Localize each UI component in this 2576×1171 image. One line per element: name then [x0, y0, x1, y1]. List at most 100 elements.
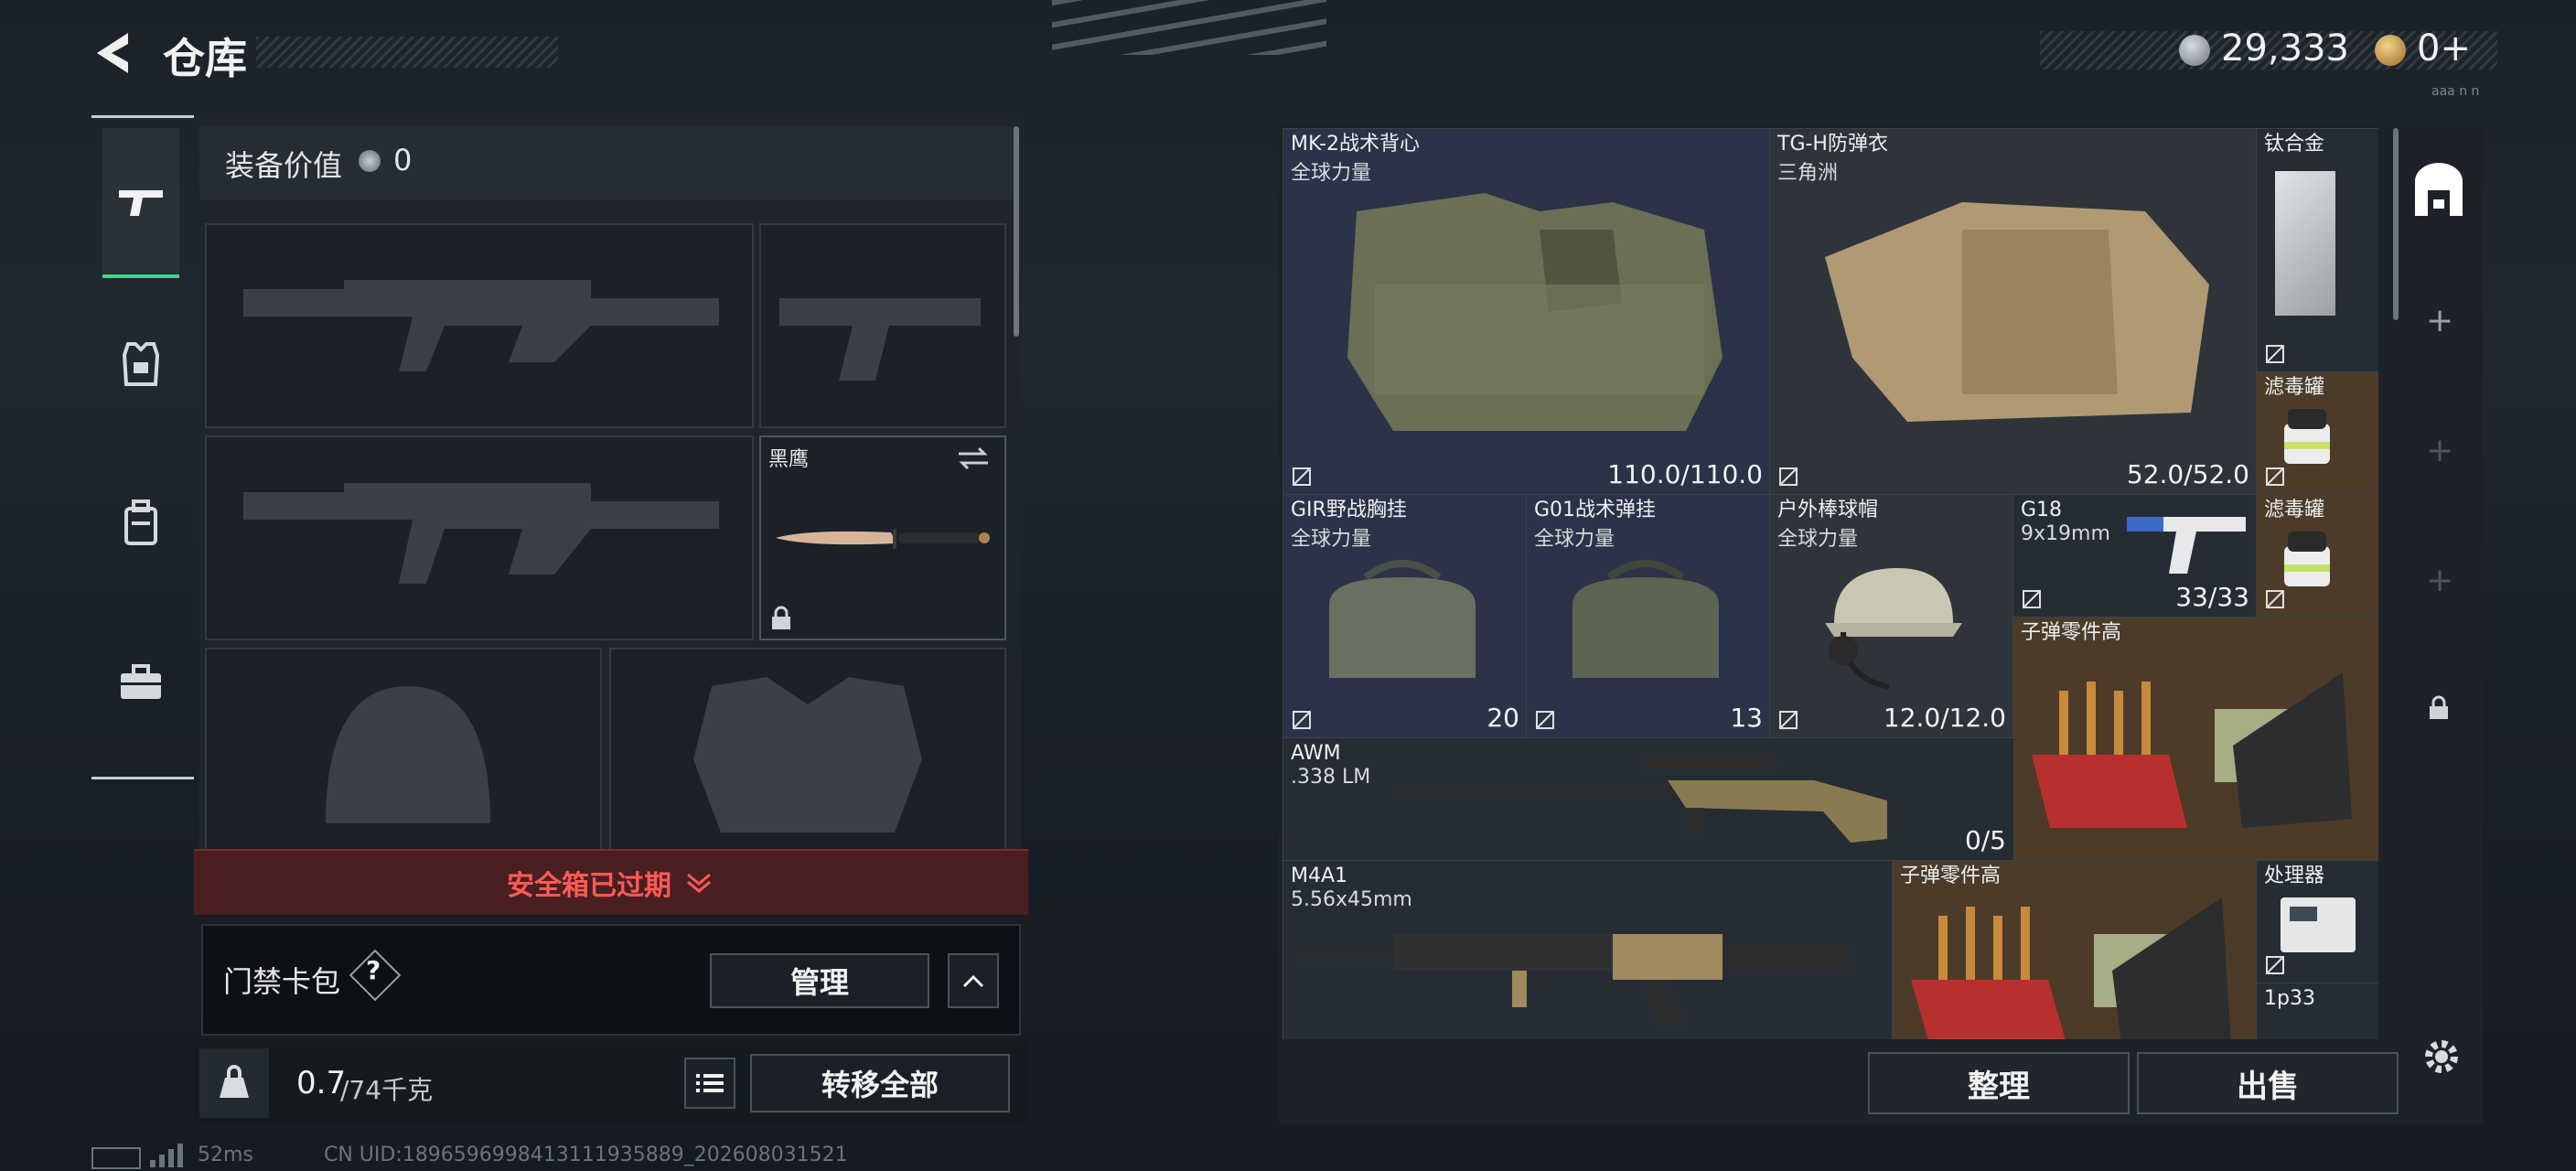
item-caliber: 9x19mm	[2021, 522, 2110, 545]
manage-button[interactable]: 管理	[710, 953, 929, 1008]
no-bind-icon	[1536, 711, 1554, 729]
currency-secondary-value[interactable]: 0+	[2417, 27, 2471, 70]
item-mk2-vest[interactable]: MK-2战术背心 全球力量 110.0/110.0	[1283, 128, 1771, 496]
storage-grid: MK-2战术背心 全球力量 110.0/110.0 TG-H防弹衣 三角洲 52…	[1283, 128, 2378, 1039]
item-name: 处理器	[2264, 865, 2325, 887]
item-name: G18	[2021, 499, 2063, 521]
chevron-double-down-icon	[687, 873, 711, 893]
item-gir-chest-rig[interactable]: GIR野战胸挂 全球力量 20	[1283, 494, 1528, 739]
item-ammo-parts[interactable]: 子弹零件高	[1892, 860, 2258, 1039]
secondary-weapon-slot[interactable]	[205, 435, 754, 640]
duffel-bag-icon	[1329, 560, 1476, 678]
melee-name: 黑鹰	[768, 448, 810, 471]
storage-scrollbar[interactable]	[2393, 128, 2399, 320]
chevron-up-icon	[962, 974, 984, 988]
add-storage-icon[interactable]: +	[2426, 432, 2453, 469]
no-bind-icon	[2266, 467, 2284, 486]
ammo-box-icon	[1911, 897, 2231, 1039]
item-origin: 全球力量	[1534, 528, 1615, 551]
titanium-plate-icon	[2275, 171, 2335, 316]
pistol-slot[interactable]	[759, 223, 1006, 428]
item-titanium[interactable]: 钛合金	[2256, 128, 2378, 373]
no-bind-icon	[2023, 590, 2041, 608]
gold-coin-icon	[2375, 35, 2406, 66]
item-name: 滤毒罐	[2264, 376, 2325, 399]
helmet-slot[interactable]	[205, 648, 602, 853]
item-origin: 全球力量	[1777, 528, 1859, 551]
add-storage-icon[interactable]: +	[2426, 302, 2453, 339]
backpack-icon	[124, 500, 157, 545]
filter-canister-icon	[2284, 409, 2330, 464]
item-g18-pistol[interactable]: G18 9x19mm 33/33	[2012, 494, 2258, 618]
item-ammo-parts[interactable]: 子弹零件高	[2012, 617, 2378, 862]
rifle-silhouette-icon	[243, 280, 719, 371]
list-icon	[696, 1074, 724, 1092]
collapse-button[interactable]	[948, 953, 999, 1008]
item-1p33-scope[interactable]: 1p33	[2256, 983, 2378, 1039]
weight-current: 0.7	[296, 1065, 347, 1101]
cap-headset-icon	[1825, 568, 1962, 690]
pistol-silhouette-icon	[779, 298, 981, 381]
knife-icon	[776, 529, 990, 549]
currency-main-value: 29,333	[2221, 27, 2349, 70]
item-filter-canister[interactable]: 滤毒罐	[2256, 494, 2378, 618]
item-baseball-cap[interactable]: 户外棒球帽 全球力量 12.0/12.0	[1769, 494, 2014, 739]
item-awm-rifle[interactable]: AWM .338 LM 0/5	[1283, 737, 2014, 862]
card-pack-label: 门禁卡包	[223, 964, 341, 999]
rifle-silhouette-icon	[243, 483, 719, 584]
background-glare	[1052, 0, 1326, 55]
toolbox-icon	[121, 664, 161, 699]
add-storage-icon[interactable]: +	[2426, 562, 2453, 599]
tab-armor[interactable]	[102, 326, 179, 403]
item-name: G01战术弹挂	[1534, 499, 1657, 521]
item-filter-canister[interactable]: 滤毒罐	[2256, 371, 2378, 496]
tab-toolbox[interactable]	[102, 644, 179, 721]
item-name: 子弹零件高	[2021, 621, 2122, 644]
armor-slot[interactable]	[609, 648, 1006, 853]
sell-button[interactable]: 出售	[2137, 1052, 2399, 1114]
item-durability: 110.0/110.0	[1607, 459, 1763, 489]
item-durability: 12.0/12.0	[1883, 703, 2006, 733]
item-processor[interactable]: 处理器	[2256, 860, 2378, 984]
equipment-scrollbar[interactable]	[1014, 126, 1019, 337]
back-arrow-icon[interactable]	[88, 27, 143, 79]
item-name: MK-2战术背心	[1291, 133, 1421, 156]
item-tgh-armor[interactable]: TG-H防弹衣 三角洲 52.0/52.0	[1769, 128, 2258, 496]
item-name: M4A1	[1291, 865, 1348, 887]
storage-side-column: + + +	[2408, 137, 2472, 1052]
primary-weapon-slot[interactable]	[205, 223, 754, 428]
melee-slot[interactable]: 黑鹰	[759, 435, 1006, 640]
item-m4a1-rifle[interactable]: M4A1 5.56x45mm	[1283, 860, 1894, 1039]
storage-warehouse-icon[interactable]	[2410, 163, 2468, 221]
assault-rifle-icon	[1302, 934, 1851, 1026]
item-g01-rig[interactable]: G01战术弹挂 全球力量 13	[1526, 494, 1771, 739]
no-bind-icon	[2266, 345, 2284, 363]
item-name: TG-H防弹衣	[1777, 133, 1888, 156]
duffel-bag-icon	[1572, 560, 1719, 678]
filter-canister-icon	[2284, 532, 2330, 586]
transfer-all-button[interactable]: 转移全部	[750, 1054, 1010, 1112]
sort-button[interactable]: 整理	[1868, 1052, 2130, 1114]
tab-backpack[interactable]	[102, 485, 179, 562]
item-name: AWM	[1291, 742, 1341, 765]
item-name: 1p33	[2264, 987, 2315, 1010]
lock-icon	[772, 606, 790, 629]
item-name: 钛合金	[2264, 133, 2325, 156]
silver-coin-icon	[2179, 35, 2210, 66]
body-armor-icon	[1825, 202, 2209, 422]
tactical-vest-icon	[1347, 193, 1723, 431]
no-bind-icon	[2266, 590, 2284, 608]
processor-icon	[2281, 897, 2356, 952]
pistol-icon	[2127, 517, 2246, 574]
item-name: GIR野战胸挂	[1291, 499, 1407, 521]
item-caliber: .338 LM	[1291, 766, 1371, 789]
no-bind-icon	[1293, 467, 1311, 486]
list-view-button[interactable]	[684, 1058, 735, 1109]
safebox-expired-banner[interactable]: 安全箱已过期	[194, 849, 1028, 915]
tiny-label: aaa n n	[2431, 84, 2480, 99]
page-title: 仓库	[163, 34, 247, 83]
tab-weapons[interactable]	[102, 128, 179, 278]
swap-icon[interactable]	[955, 445, 992, 472]
settings-gear-icon[interactable]	[2419, 1034, 2464, 1080]
item-capacity: 13	[1730, 703, 1763, 733]
